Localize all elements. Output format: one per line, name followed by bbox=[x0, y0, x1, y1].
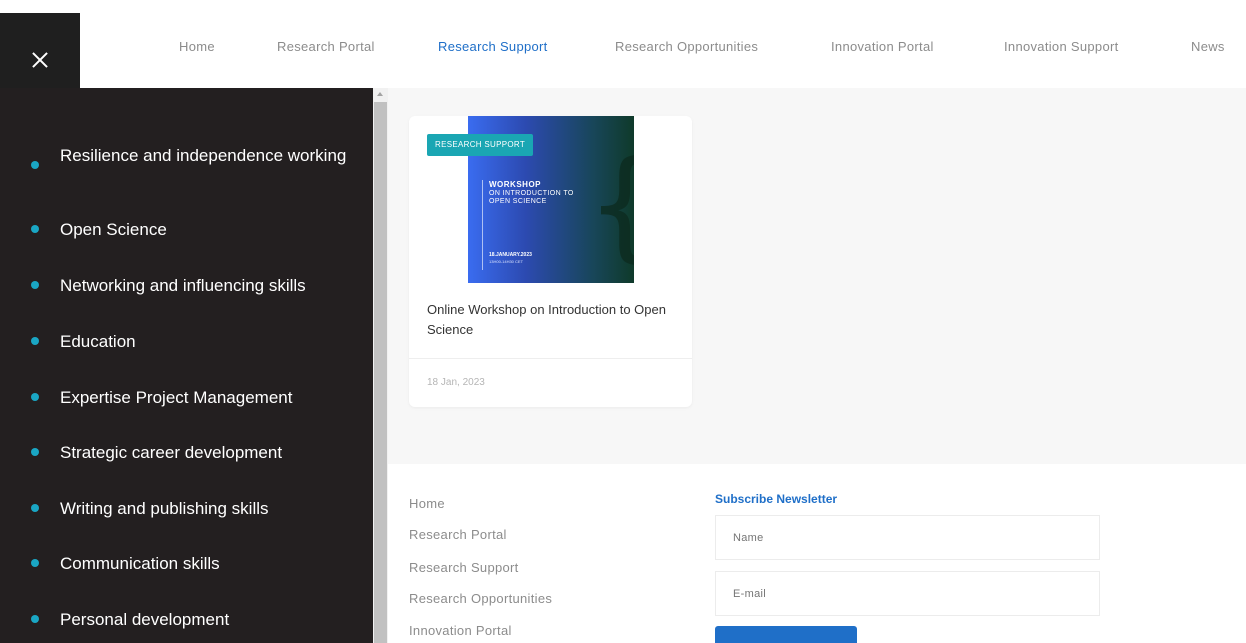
sidebar-item-label: Personal development bbox=[60, 610, 230, 629]
brace-graphic: { bbox=[586, 146, 634, 266]
scroll-up-arrow-icon[interactable] bbox=[377, 92, 383, 96]
image-time: 13H00-14H30 CET bbox=[489, 259, 524, 264]
category-badge[interactable]: RESEARCH SUPPORT bbox=[427, 134, 534, 156]
card-divider bbox=[409, 358, 692, 359]
newsletter-name-field[interactable] bbox=[715, 515, 1100, 560]
sidebar-item-label: Networking and influencing skills bbox=[60, 276, 306, 295]
newsletter-title: Subscribe Newsletter bbox=[715, 492, 838, 506]
event-title[interactable]: Online Workshop on Introduction to Open … bbox=[427, 300, 679, 340]
event-date: 18 Jan, 2023 bbox=[427, 377, 485, 388]
nav-link-innovation-portal[interactable]: Innovation Portal bbox=[831, 39, 934, 54]
sidebar-item-label: Writing and publishing skills bbox=[60, 499, 269, 518]
footer-link-innovation-portal[interactable]: Innovation Portal bbox=[409, 623, 512, 638]
bullet-icon bbox=[31, 559, 39, 567]
sidebar-item-label: Education bbox=[60, 332, 136, 351]
nav-link-research-opportunities[interactable]: Research Opportunities bbox=[615, 39, 758, 54]
top-navigation: Home Research Portal Research Support Re… bbox=[0, 0, 1246, 88]
close-menu-button[interactable] bbox=[0, 13, 80, 88]
nav-link-research-portal[interactable]: Research Portal bbox=[277, 39, 375, 54]
sidebar-item-label: Resilience and independence working bbox=[60, 146, 347, 165]
sidebar-scrollbar[interactable] bbox=[373, 88, 388, 643]
subscribe-button[interactable] bbox=[715, 626, 857, 643]
footer-link-home[interactable]: Home bbox=[409, 496, 445, 511]
sidebar-item-label: Communication skills bbox=[60, 554, 220, 573]
bullet-icon bbox=[31, 337, 39, 345]
nav-link-innovation-support[interactable]: Innovation Support bbox=[1004, 39, 1119, 54]
sidebar-item-label: Open Science bbox=[60, 220, 167, 239]
footer-link-research-support[interactable]: Research Support bbox=[409, 560, 519, 575]
sidebar-item-label: Strategic career development bbox=[60, 443, 283, 462]
bullet-icon bbox=[31, 281, 39, 289]
image-subheading: ON INTRODUCTION TO OPEN SCIENCE bbox=[489, 190, 574, 205]
page: Home Research Portal Research Support Re… bbox=[0, 0, 1246, 643]
sidebar-menu: Resilience and independence working Open… bbox=[0, 88, 373, 643]
image-heading: WORKSHOP bbox=[489, 180, 541, 189]
footer-link-research-opportunities[interactable]: Research Opportunities bbox=[409, 591, 552, 606]
bullet-icon bbox=[31, 225, 39, 233]
footer-link-research-portal[interactable]: Research Portal bbox=[409, 527, 507, 542]
bullet-icon bbox=[31, 615, 39, 623]
bullet-icon bbox=[31, 504, 39, 512]
bullet-icon bbox=[31, 448, 39, 456]
newsletter-email-field[interactable] bbox=[715, 571, 1100, 616]
sidebar-item-label: Expertise Project Management bbox=[60, 388, 293, 407]
nav-link-home[interactable]: Home bbox=[179, 39, 215, 54]
close-icon bbox=[31, 51, 49, 69]
bullet-icon bbox=[31, 393, 39, 401]
image-divider bbox=[482, 180, 483, 270]
bullet-icon bbox=[31, 161, 39, 169]
nav-link-news[interactable]: News bbox=[1191, 39, 1225, 54]
scrollbar-thumb[interactable] bbox=[374, 102, 387, 643]
footer: Home Research Portal Research Support Re… bbox=[388, 464, 1246, 643]
main-content: { WORKSHOP ON INTRODUCTION TO OPEN SCIEN… bbox=[388, 88, 1246, 464]
nav-link-research-support[interactable]: Research Support bbox=[438, 39, 548, 54]
image-date: 18.JANUARY.2023 bbox=[489, 252, 532, 258]
event-card[interactable]: { WORKSHOP ON INTRODUCTION TO OPEN SCIEN… bbox=[409, 116, 692, 407]
